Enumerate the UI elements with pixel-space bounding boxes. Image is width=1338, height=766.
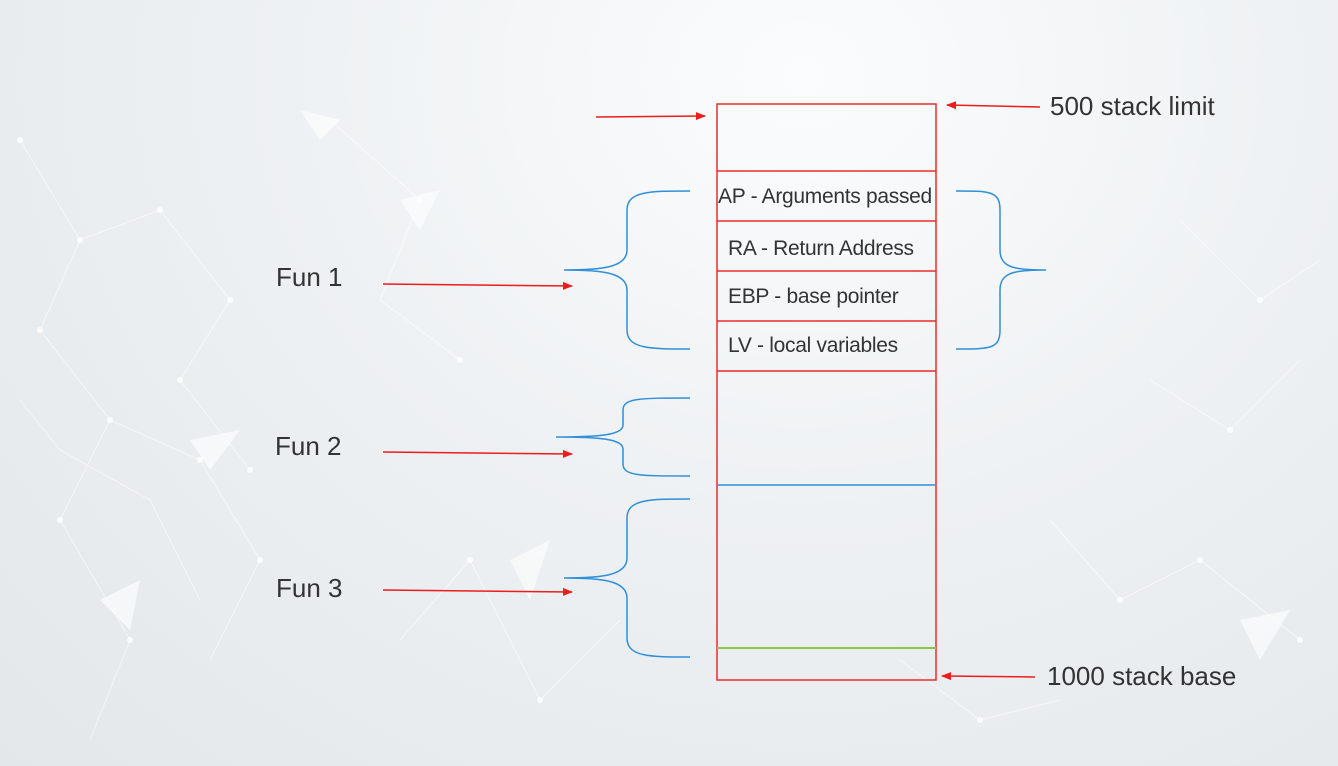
fun2-label: Fun 2 [275,431,342,461]
fun1-label: Fun 1 [276,262,343,292]
slot-base-pointer: EBP - base pointer [728,285,899,308]
stack-base-label: 1000 stack base [1047,661,1237,691]
stack-base-arrow [941,672,1036,681]
slot-local-variables: LV - local variables [728,334,898,357]
slot-return-address: RA - Return Address [728,237,914,260]
fun1-arrow [382,281,573,290]
fun3-label: Fun 3 [276,573,343,603]
fun3-brace [563,498,691,658]
fun2-brace [555,397,691,477]
slot-arguments-passed: AP - Arguments passed [718,185,932,208]
top-pointer-arrow [595,112,706,121]
stack-limit-label: 500 stack limit [1050,91,1215,121]
fun3-arrow [382,587,573,596]
fun1-right-brace [955,190,1047,350]
fun1-brace [563,190,691,350]
fun2-arrow [382,449,573,458]
stack-limit-arrow [946,101,1041,110]
